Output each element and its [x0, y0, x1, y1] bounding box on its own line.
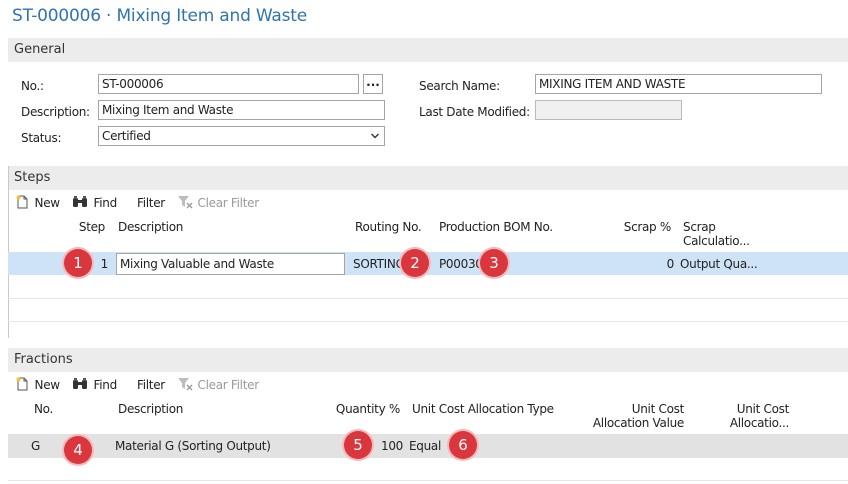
steps-clear-filter-label: Clear Filter — [197, 196, 260, 210]
steps-col-routing[interactable]: Routing No. — [355, 220, 422, 234]
callout-badge-2: 2 — [401, 249, 429, 277]
callout-badge-1: 1 — [64, 249, 92, 277]
fractions-filter-button[interactable]: Filter — [137, 378, 165, 392]
fractions-new-label: New — [34, 378, 61, 392]
last-modified-label: Last Date Modified: — [419, 105, 530, 119]
steps-new-label: New — [34, 196, 61, 210]
page-title: ST-000006 · Mixing Item and Waste — [12, 6, 308, 26]
steps-col-scrap-pct[interactable]: Scrap % — [600, 220, 672, 234]
steps-row-bom[interactable]: P00030 — [439, 257, 483, 271]
description-label: Description: — [21, 105, 90, 119]
callout-badge-5: 5 — [344, 431, 372, 459]
search-name-label: Search Name: — [419, 79, 500, 93]
steps-filter-button[interactable]: Filter — [137, 196, 165, 210]
steps-col-scrap-calc-line1: Scrap — [683, 220, 716, 234]
fractions-col-description[interactable]: Description — [118, 402, 183, 416]
description-field[interactable]: Mixing Item and Waste — [98, 100, 385, 120]
no-assist-button[interactable]: ... — [363, 74, 383, 94]
callout-badge-3: 3 — [480, 249, 508, 277]
clear-filter-icon — [177, 195, 193, 212]
status-label: Status: — [21, 131, 62, 145]
new-document-icon — [15, 377, 29, 394]
fractions-col-alloc-value-line1: Unit Cost — [631, 402, 685, 416]
steps-empty-row-divider — [8, 321, 848, 322]
fractions-find-button[interactable]: Find — [72, 377, 117, 394]
no-field[interactable]: ST-000006 — [98, 74, 359, 94]
fractions-col-unit-cost-line1: Unit Cost — [736, 402, 790, 416]
steps-col-scrap-calc-line2: Calculatio... — [683, 234, 750, 248]
fractions-col-no[interactable]: No. — [34, 402, 53, 416]
fractions-clear-filter-label: Clear Filter — [197, 378, 260, 392]
no-label: No.: — [21, 79, 44, 93]
steps-col-description[interactable]: Description — [118, 220, 183, 234]
fractions-row-alloc-type[interactable]: Equal — [409, 439, 441, 453]
last-modified-field — [535, 100, 682, 120]
binoculars-icon — [72, 195, 88, 212]
steps-col-scrap-calc[interactable]: Scrap Calculatio... — [683, 220, 750, 248]
fractions-col-alloc-value-line2: Allocation Value — [592, 416, 684, 430]
callout-badge-6: 6 — [449, 431, 477, 459]
fractions-col-alloc-value[interactable]: Unit Cost Allocation Value — [580, 402, 684, 430]
fractions-col-unit-cost[interactable]: Unit Cost Allocatio... — [700, 402, 789, 430]
fractions-heading: Fractions — [14, 352, 73, 367]
fractions-row-description[interactable]: Material G (Sorting Output) — [115, 439, 271, 453]
fractions-col-unit-cost-line2: Allocatio... — [729, 416, 789, 430]
fractions-section-header[interactable] — [8, 348, 848, 372]
clear-filter-icon — [177, 377, 193, 394]
binoculars-icon — [72, 377, 88, 394]
new-document-icon — [15, 195, 29, 212]
search-name-field[interactable]: MIXING ITEM AND WASTE — [535, 74, 822, 94]
chevron-down-icon — [370, 127, 380, 145]
steps-empty-row-divider — [8, 298, 848, 299]
general-heading: General — [14, 42, 66, 57]
steps-section-header[interactable] — [8, 166, 848, 190]
status-value: Certified — [102, 129, 151, 143]
steps-row-scrap-pct[interactable]: 0 — [600, 257, 675, 271]
status-select[interactable]: Certified — [98, 126, 385, 146]
steps-new-button[interactable]: New — [15, 195, 60, 212]
fractions-new-button[interactable]: New — [15, 377, 60, 394]
fractions-find-label: Find — [93, 378, 118, 392]
fractions-empty-row-divider — [8, 480, 848, 481]
fractions-col-alloc-type[interactable]: Unit Cost Allocation Type — [412, 402, 554, 416]
callout-badge-4: 4 — [64, 436, 92, 464]
steps-find-label: Find — [93, 196, 118, 210]
steps-row-scrap-calc[interactable]: Output Qua... — [680, 257, 758, 271]
fractions-col-quantity-pct[interactable]: Quantity % — [320, 402, 400, 416]
steps-find-button[interactable]: Find — [72, 195, 117, 212]
steps-row-description-input[interactable]: Mixing Valuable and Waste — [116, 253, 345, 275]
general-section-header[interactable] — [8, 38, 848, 62]
steps-clear-filter-button[interactable]: Clear Filter — [177, 195, 259, 212]
steps-heading: Steps — [14, 170, 51, 185]
steps-col-bom[interactable]: Production BOM No. — [439, 220, 553, 234]
fractions-row-no[interactable]: G — [31, 439, 40, 453]
steps-col-step[interactable]: Step — [60, 220, 105, 234]
fractions-clear-filter-button[interactable]: Clear Filter — [177, 377, 259, 394]
steps-row-routing[interactable]: SORTING — [353, 257, 405, 271]
